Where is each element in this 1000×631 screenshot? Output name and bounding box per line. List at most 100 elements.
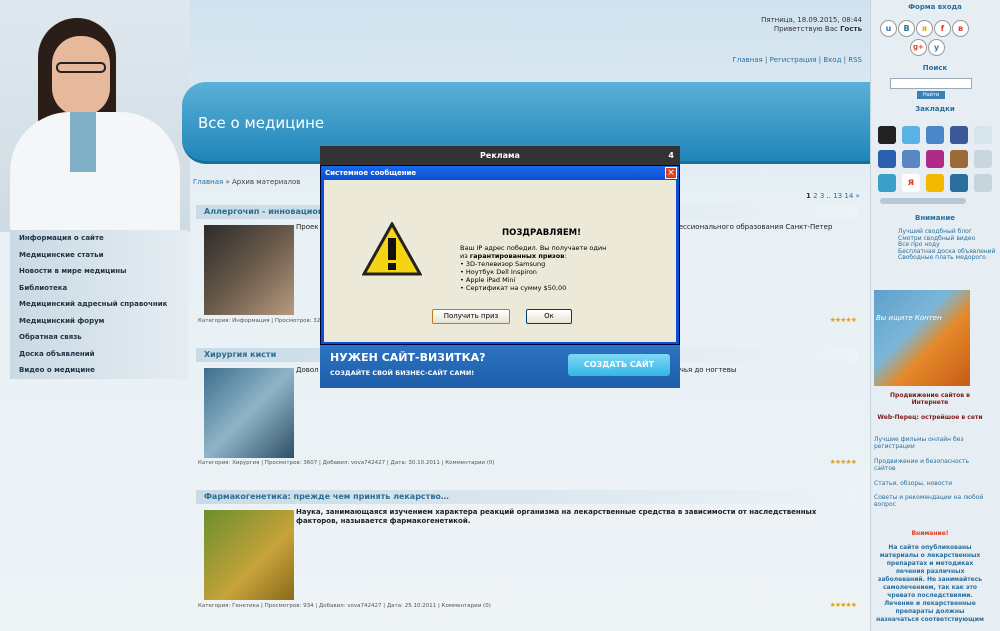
breadcrumb-current: Архив материалов — [232, 178, 301, 186]
mail-icon[interactable] — [926, 174, 944, 192]
menu-item-library[interactable]: Библиотека — [10, 279, 188, 296]
entry-image[interactable] — [204, 225, 294, 315]
attention-link[interactable]: Свободные плать медорого — [898, 254, 986, 261]
rating-stars[interactable]: ★★★★★ — [830, 601, 857, 609]
menu-item-about[interactable]: Информация о сайте — [10, 230, 188, 247]
dialog-title: Системное сообщение — [321, 166, 679, 180]
link-register[interactable]: Регистрация — [770, 56, 817, 64]
menu-item-news[interactable]: Новости в мире медицины — [10, 263, 188, 280]
sidebar-ad-image[interactable] — [874, 290, 970, 386]
attention-list: Лучший сводбный блог Смотри сводбный вид… — [898, 228, 995, 262]
menu-item-board[interactable]: Доска объявлений — [10, 345, 188, 362]
menu-item-feedback[interactable]: Обратная связь — [10, 329, 188, 346]
menu-item-articles[interactable]: Медицинские статьи — [10, 246, 188, 263]
vkontakte-icon[interactable]: в — [952, 20, 969, 37]
prize-item: • Ноутбук Dell Inspiron — [460, 268, 537, 276]
promo-banner[interactable]: НУЖЕН САЙТ-ВИЗИТКА? СОЗДАЙТЕ СВОЙ БИЗНЕС… — [320, 345, 680, 388]
twitter-icon[interactable]: y — [928, 39, 945, 56]
sidebar-link[interactable]: Продвижение и безопасность сайтов — [874, 458, 986, 472]
promo-heading: НУЖЕН САЙТ-ВИЗИТКА? — [330, 351, 486, 364]
header-info: Пятница, 18.09.2015, 08:44 Приветствую В… — [761, 16, 862, 34]
facebook-icon[interactable]: f — [934, 20, 951, 37]
attention-title: Внимание — [914, 214, 955, 222]
prize-item: • Apple iPad Mini — [460, 276, 516, 284]
entry: Фармакогенетика: прежде чем принять лека… — [196, 490, 858, 614]
breadcrumb-home[interactable]: Главная — [193, 178, 223, 186]
prize-message: Ваш IP адрес победил. Вы получаете один … — [460, 244, 660, 292]
sidebar-link[interactable]: Лучшие фильмы онлайн без регистрации — [874, 436, 986, 450]
entry-meta: Категория: Информация | Просмотров: 3273 — [198, 318, 328, 324]
create-site-button[interactable]: СОЗДАТЬ САЙТ — [568, 354, 670, 376]
congrats-heading: ПОЗДРАВЛЯЕМ! — [502, 228, 581, 238]
warning-title: Внимание! — [911, 530, 949, 537]
bookmarks-scrollbar[interactable] — [880, 198, 966, 204]
bookmark-icon[interactable] — [974, 150, 992, 168]
delicious-icon[interactable] — [878, 126, 896, 144]
entry-text: Наука, занимающаяся изучением характера … — [296, 508, 817, 525]
entry-meta: Категория: Генетика | Просмотров: 934 | … — [198, 603, 491, 609]
digg-icon[interactable] — [878, 174, 896, 192]
menu-item-directory[interactable]: Медицинский адресный справочник — [10, 296, 188, 313]
entry-image[interactable] — [204, 510, 294, 600]
bobrdobr-icon[interactable] — [950, 150, 968, 168]
promo-label[interactable]: Продвижение сайтов в Интернете — [874, 392, 986, 406]
close-icon[interactable]: × — [665, 167, 677, 179]
promo-subheading: СОЗДАЙТЕ СВОЙ БИЗНЕС-САЙТ САМИ! — [330, 369, 475, 377]
menu-item-video[interactable]: Видео о медицине — [10, 362, 188, 379]
greeting: Приветствую Вас Гость — [773, 25, 862, 33]
rating-stars[interactable]: ★★★★★ — [830, 316, 857, 324]
ad-overlay-bar: Реклама 4 — [320, 146, 680, 166]
ucoz-icon[interactable]: u — [880, 20, 897, 37]
prize-item: • Сертификат на сумму $50,00 — [460, 284, 567, 292]
menu-item-forum[interactable]: Медицинский форум — [10, 312, 188, 329]
warning-text: На сайте опубликованы материалы о лекарс… — [876, 544, 984, 623]
googleplus-icon[interactable]: g+ — [910, 39, 927, 56]
prize-item: • 3D-телевизор Samsung — [460, 260, 546, 268]
yandex-icon[interactable]: я — [916, 20, 933, 37]
mister-wong-icon[interactable] — [902, 150, 920, 168]
link-login[interactable]: Вход — [823, 56, 841, 64]
myspace-icon[interactable] — [926, 126, 944, 144]
sidebar-link[interactable]: Советы и рекомендации на любой вопрос — [874, 494, 986, 508]
sidebar-ad-text: Вы ищите Контен — [876, 314, 942, 322]
entry-meta: Категория: Хирургия | Просмотров: 3607 |… — [198, 460, 495, 466]
entry-image[interactable] — [204, 368, 294, 458]
vk-icon[interactable]: B — [898, 20, 915, 37]
entry-title[interactable]: Фармакогенетика: прежде чем принять лека… — [196, 490, 858, 504]
smi2-icon[interactable] — [926, 150, 944, 168]
search-title: Поиск — [922, 64, 948, 72]
pagination: 1 2 3 .. 13 14 » — [806, 192, 860, 200]
page-link[interactable]: 2 — [813, 192, 817, 200]
sidebar-link[interactable]: Статьи, обзоры, новости — [874, 480, 986, 487]
ok-button[interactable]: Ок — [526, 309, 572, 324]
site-title: Все о медицине — [198, 114, 325, 132]
yandex-icon[interactable]: я — [902, 174, 920, 192]
webpepper-label[interactable]: Web-Перец: острейшое в сети — [874, 414, 986, 421]
page-link[interactable]: 14 — [844, 192, 853, 200]
top-links: Главная | Регистрация | Вход | RSS — [732, 56, 862, 64]
page-next[interactable]: » — [856, 192, 860, 200]
link-rss[interactable]: RSS — [848, 56, 862, 64]
breadcrumb: Главная » Архив материалов — [193, 178, 301, 186]
facebook-icon[interactable] — [950, 126, 968, 144]
rating-stars[interactable]: ★★★★★ — [830, 458, 857, 466]
date-text: Пятница, 18.09.2015, 08:44 — [761, 16, 862, 24]
page-current: 1 — [806, 192, 811, 200]
bookmark-icon[interactable] — [974, 174, 992, 192]
search-button[interactable]: Найти — [917, 91, 945, 99]
page-link[interactable]: 3 — [820, 192, 824, 200]
twitter-icon[interactable] — [902, 126, 920, 144]
windows-icon[interactable] — [878, 150, 896, 168]
link-home[interactable]: Главная — [733, 56, 763, 64]
dialog-body: ПОЗДРАВЛЯЕМ! Ваш IP адрес победил. Вы по… — [324, 180, 676, 342]
doctor-photo — [0, 0, 190, 232]
memori-icon[interactable] — [950, 174, 968, 192]
bookmark-icon[interactable] — [974, 126, 992, 144]
warning-icon — [362, 222, 422, 276]
get-prize-button[interactable]: Получить приз — [432, 309, 510, 324]
page-link[interactable]: 13 — [833, 192, 842, 200]
search-input[interactable] — [890, 78, 972, 89]
login-title: Форма входа — [908, 3, 962, 11]
ad-overlay-title: Реклама — [480, 151, 520, 160]
bookmarks-title: Закладки — [915, 105, 955, 113]
